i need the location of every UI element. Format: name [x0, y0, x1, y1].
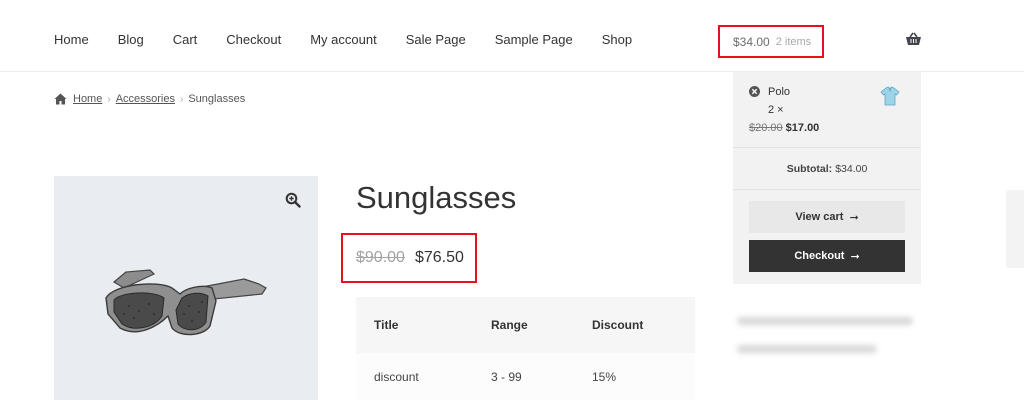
mini-cart-item-qty: 2 × [768, 104, 784, 116]
product-title: Sunglasses [356, 180, 517, 215]
arrow-right-icon: ➞ [850, 250, 860, 263]
table-header-title: Title [356, 297, 473, 353]
view-cart-button[interactable]: View cart ➞ [749, 201, 905, 233]
header-cart-total: $34.00 [733, 34, 770, 49]
remove-item-icon[interactable] [749, 86, 760, 97]
price-original: $90.00 [356, 249, 405, 266]
arrow-right-icon: ➞ [849, 211, 859, 224]
zoom-icon[interactable] [285, 192, 301, 208]
mini-cart-dropdown: Polo 2 × $20.00 $17.00 Subtotal: $34.00 V… [733, 72, 921, 284]
nav-blog[interactable]: Blog [118, 32, 144, 47]
breadcrumb: Home › Accessories › Sunglasses [54, 93, 245, 105]
nav-checkout[interactable]: Checkout [226, 32, 281, 47]
table-row: discount 3 - 99 15% [356, 353, 695, 400]
nav-cart[interactable]: Cart [173, 32, 198, 47]
breadcrumb-current: Sunglasses [188, 93, 246, 105]
mini-cart-item-name[interactable]: Polo [768, 86, 790, 98]
view-cart-label: View cart [795, 211, 844, 223]
nav-shop[interactable]: Shop [602, 32, 632, 47]
polo-shirt-thumbnail[interactable] [880, 86, 900, 106]
header-cart-summary[interactable]: $34.00 2 items [718, 25, 824, 58]
mini-cart-item: Polo 2 × $20.00 $17.00 [733, 72, 921, 148]
nav-sample-page[interactable]: Sample Page [495, 32, 573, 47]
table-cell-discount: 15% [574, 353, 695, 400]
table-cell-range: 3 - 99 [473, 353, 574, 400]
breadcrumb-home[interactable]: Home [73, 93, 102, 105]
basket-icon[interactable] [905, 32, 922, 46]
sunglasses-image [105, 269, 267, 336]
product-image[interactable] [54, 176, 318, 400]
blurred-content [737, 345, 877, 353]
site-header: Home Blog Cart Checkout My account Sale … [0, 0, 1024, 72]
mini-cart-price-sale: $17.00 [785, 122, 820, 134]
nav-my-account[interactable]: My account [310, 32, 376, 47]
breadcrumb-separator: › [179, 93, 184, 105]
product-price: $90.00 $76.50 [341, 233, 477, 283]
subtotal-value: $34.00 [835, 162, 868, 175]
side-panel-tab[interactable] [1006, 190, 1024, 268]
table-header-discount: Discount [574, 297, 695, 353]
table-header-range: Range [473, 297, 574, 353]
checkout-label: Checkout [794, 250, 845, 262]
discount-table: Title Range Discount discount 3 - 99 15% [356, 297, 695, 400]
price-sale: $76.50 [414, 249, 464, 266]
mini-cart-item-price: $20.00 $17.00 [749, 122, 819, 134]
subtotal-label: Subtotal: [786, 162, 833, 175]
breadcrumb-separator: › [107, 93, 111, 105]
nav-home[interactable]: Home [54, 32, 89, 47]
mini-cart-price-original: $20.00 [749, 122, 783, 134]
breadcrumb-accessories[interactable]: Accessories [116, 93, 175, 105]
checkout-button[interactable]: Checkout ➞ [749, 240, 905, 272]
mini-cart-subtotal: Subtotal: $34.00 [733, 148, 921, 190]
home-icon [54, 93, 67, 105]
nav-sale-page[interactable]: Sale Page [406, 32, 466, 47]
table-header-row: Title Range Discount [356, 297, 695, 353]
blurred-content [737, 317, 913, 325]
primary-navigation: Home Blog Cart Checkout My account Sale … [54, 32, 661, 47]
table-cell-title: discount [356, 353, 473, 400]
header-cart-count: 2 items [775, 35, 812, 48]
